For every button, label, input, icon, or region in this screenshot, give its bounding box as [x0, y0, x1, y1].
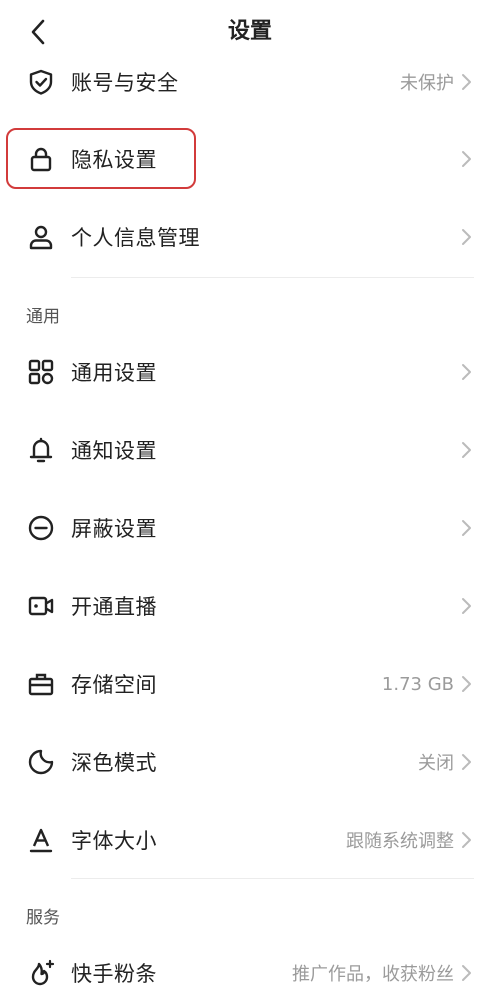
chevron-right-icon — [462, 832, 471, 848]
page-title: 设置 — [227, 19, 272, 44]
row-font-size[interactable]: 字体大小 跟随系统调整 — [0, 808, 500, 872]
chevron-left-icon — [31, 19, 45, 45]
row-label: 个人信息管理 — [71, 226, 200, 250]
row-open-live[interactable]: 开通直播 — [0, 574, 500, 638]
video-camera-icon — [26, 591, 56, 621]
row-personal-info[interactable]: 个人信息管理 — [0, 205, 500, 269]
block-circle-icon — [26, 513, 56, 543]
chevron-right-icon — [462, 965, 471, 981]
bell-icon — [26, 435, 56, 465]
chevron-right-icon — [462, 364, 471, 380]
row-label: 快手粉条 — [71, 962, 157, 986]
row-notification-settings[interactable]: 通知设置 — [0, 418, 500, 482]
row-label: 存储空间 — [71, 673, 157, 697]
chevron-right-icon — [462, 520, 471, 536]
chevron-right-icon — [462, 229, 471, 245]
row-label: 隐私设置 — [71, 148, 157, 172]
row-label: 通用设置 — [71, 361, 157, 385]
row-label: 账号与安全 — [71, 71, 179, 95]
grid-icon — [26, 357, 56, 387]
row-general-settings[interactable]: 通用设置 — [0, 340, 500, 404]
row-label: 屏蔽设置 — [71, 517, 157, 541]
row-value: 推广作品，收获粉丝 — [292, 964, 454, 985]
row-label: 开通直播 — [71, 595, 157, 619]
row-label: 通知设置 — [71, 439, 157, 463]
row-block-settings[interactable]: 屏蔽设置 — [0, 496, 500, 560]
row-kuaishou-fans[interactable]: 快手粉条 推广作品，收获粉丝 — [0, 941, 500, 996]
section-title-general: 通用 — [26, 307, 60, 327]
divider — [71, 277, 474, 278]
moon-icon — [26, 747, 56, 777]
row-privacy-settings[interactable]: 隐私设置 — [0, 127, 500, 191]
back-button[interactable] — [20, 14, 56, 50]
row-label: 字体大小 — [71, 829, 157, 853]
section-title-services: 服务 — [26, 908, 60, 928]
chevron-right-icon — [462, 442, 471, 458]
row-account-security[interactable]: 账号与安全 未保护 — [0, 50, 500, 114]
row-value: 未保护 — [400, 73, 454, 94]
person-icon — [26, 222, 56, 252]
row-dark-mode[interactable]: 深色模式 关闭 — [0, 730, 500, 794]
chevron-right-icon — [462, 598, 471, 614]
chevron-right-icon — [462, 151, 471, 167]
flame-plus-icon — [26, 958, 56, 988]
shield-check-icon — [26, 67, 56, 97]
row-value: 1.73 GB — [381, 673, 454, 695]
chevron-right-icon — [462, 676, 471, 692]
toolbox-icon — [26, 669, 56, 699]
row-label: 深色模式 — [71, 751, 157, 775]
lock-icon — [26, 144, 56, 174]
row-value: 跟随系统调整 — [346, 831, 454, 852]
chevron-right-icon — [462, 754, 471, 770]
divider — [71, 878, 474, 879]
row-value: 关闭 — [418, 753, 454, 774]
row-storage[interactable]: 存储空间 1.73 GB — [0, 652, 500, 716]
chevron-right-icon — [462, 74, 471, 90]
font-size-icon — [26, 825, 56, 855]
